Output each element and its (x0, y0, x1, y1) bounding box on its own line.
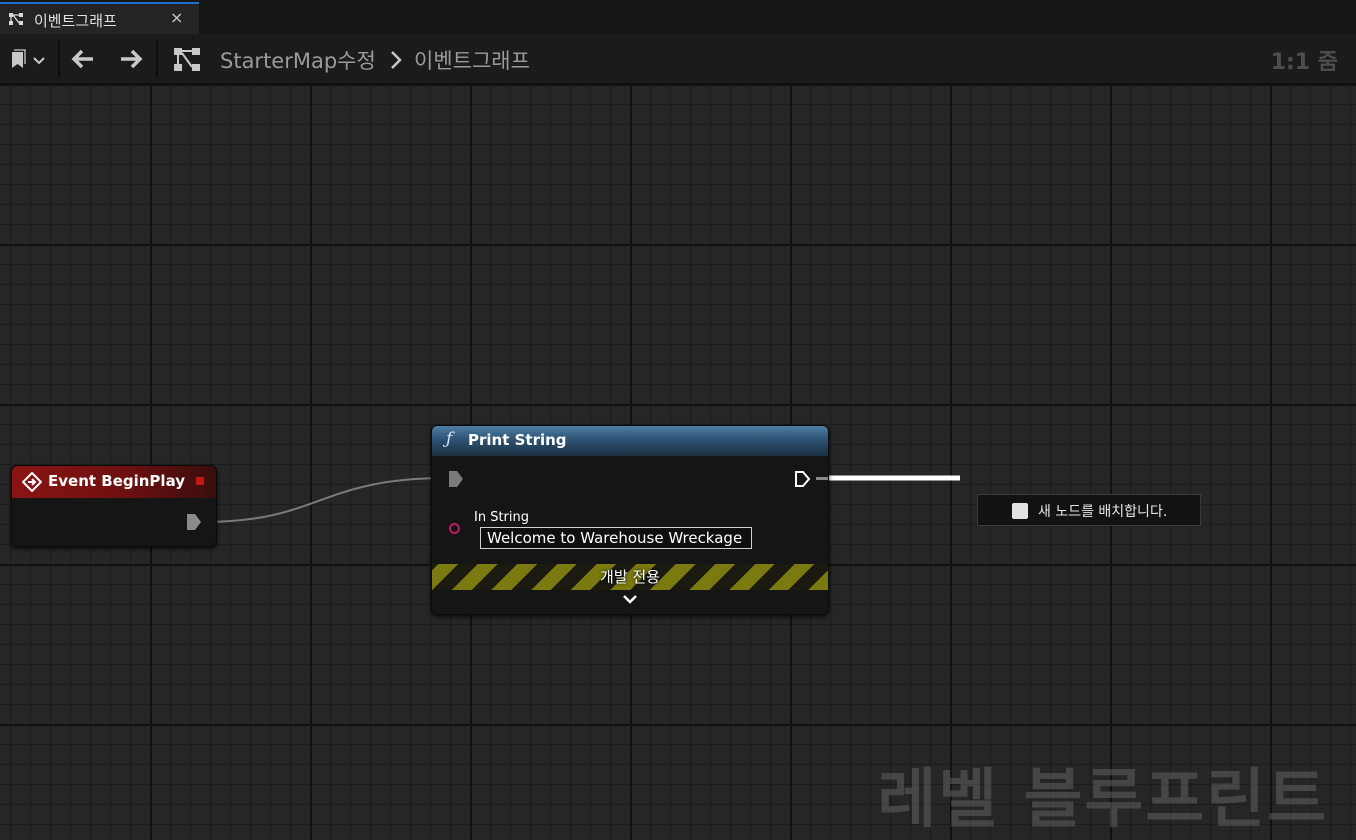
node-title: Print String (468, 431, 567, 449)
chevron-down-icon[interactable] (621, 594, 639, 606)
back-button[interactable] (68, 44, 98, 74)
exec-output-pin-icon[interactable] (186, 513, 202, 531)
exec-output-pin-icon[interactable] (794, 470, 814, 488)
zoom-level: 1:1 줌 (1270, 50, 1338, 75)
forward-button[interactable] (116, 44, 146, 74)
place-node-tooltip: 새 노드를 배치합니다. (977, 494, 1201, 526)
node-icon (1012, 503, 1028, 519)
arrow-right-icon (121, 49, 143, 69)
tab-close-button[interactable]: × (170, 8, 183, 27)
graph-icon (9, 13, 23, 25)
graph-icon (174, 48, 200, 71)
graph-canvas[interactable]: Event BeginPlay ƒ Print String In String… (0, 84, 1356, 840)
node-header: Event BeginPlay (12, 466, 216, 498)
in-string-input[interactable]: Welcome to Warehouse Wreckage (480, 527, 752, 549)
breadcrumb-level[interactable]: StarterMap수정 (220, 45, 376, 75)
print-string-node[interactable]: ƒ Print String In String Welcome to Ware… (431, 425, 829, 615)
chevron-right-icon (391, 51, 402, 69)
toolbar-separator (156, 40, 158, 78)
bookmark-icon (12, 49, 45, 68)
graph-watermark: 레벨 블루프린트 (877, 763, 1328, 837)
in-string-label: In String (474, 510, 530, 525)
tooltip-text: 새 노드를 배치합니다. (1038, 504, 1168, 520)
bookmark-dropdown-button[interactable] (8, 44, 50, 74)
string-input-pin-icon[interactable] (449, 523, 460, 534)
event-diamond-icon (22, 472, 42, 492)
exec-wire (202, 477, 447, 523)
graph-toolbar: StarterMap수정 이벤트그래프 1:1 줌 (0, 34, 1356, 84)
event-beginplay-node[interactable]: Event BeginPlay (11, 465, 217, 547)
tab-label: 이벤트그래프 (34, 12, 117, 30)
exec-input-pin-icon[interactable] (448, 470, 464, 488)
function-icon: ƒ (446, 429, 453, 449)
tab-bar: 이벤트그래프 × (0, 0, 1356, 34)
toolbar-separator (58, 40, 60, 78)
delegate-pin-icon[interactable] (196, 477, 204, 485)
node-header: ƒ Print String (432, 426, 828, 456)
development-only-label: 개발 전용 (600, 568, 660, 586)
breadcrumb-graph[interactable]: 이벤트그래프 (414, 45, 530, 75)
tab-event-graph[interactable]: 이벤트그래프 × (0, 2, 199, 34)
pin-stub (816, 477, 828, 480)
arrow-left-icon (71, 49, 93, 69)
node-title: Event BeginPlay (48, 472, 186, 490)
